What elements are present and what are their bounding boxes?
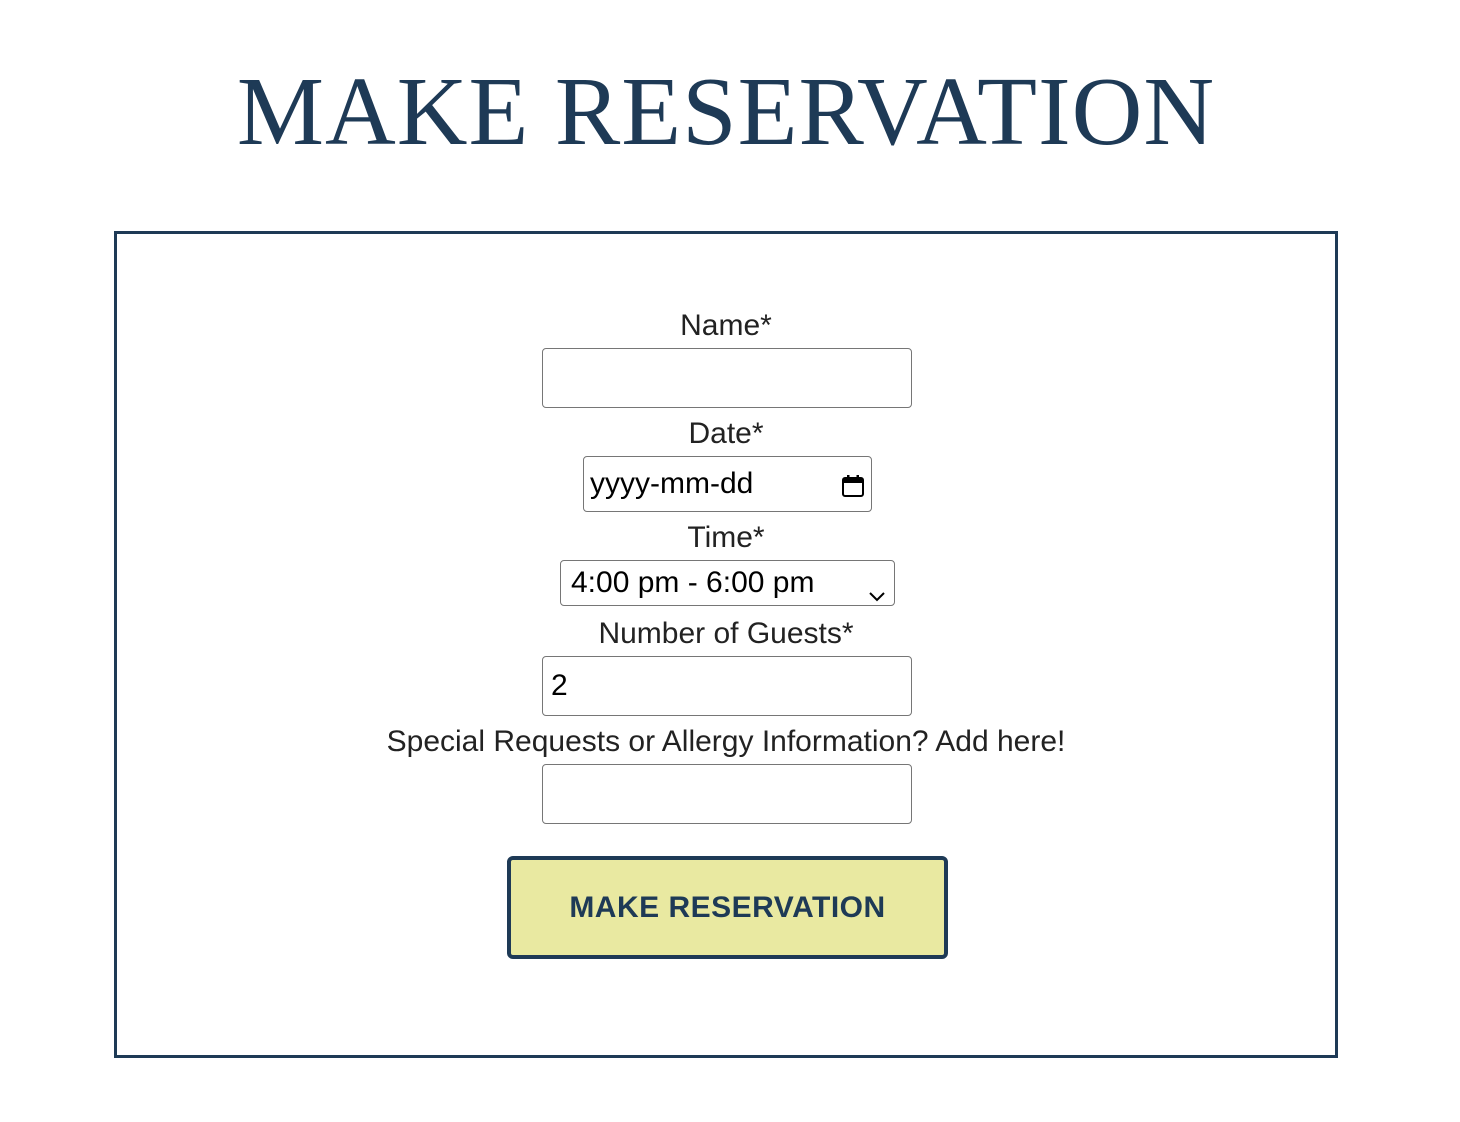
calendar-icon[interactable] [841,472,865,497]
time-select-value: 4:00 pm - 6:00 pm [571,566,815,599]
guests-label: Number of Guests* [598,617,854,650]
name-input[interactable] [542,348,912,408]
requests-input[interactable] [542,764,912,824]
guests-input-value: 2 [551,669,568,702]
date-input-placeholder: yyyy-mm-dd [590,467,754,500]
time-select[interactable]: 4:00 pm - 6:00 pm [560,560,895,606]
page-title: MAKE RESERVATION [236,58,1216,166]
time-label: Time* [687,521,765,554]
guests-input[interactable]: 2 [542,656,912,716]
reservation-form: Name* Date* yyyy-mm-dd Time* 4:00 pm - 6… [114,231,1338,1058]
name-label: Name* [680,309,772,342]
date-label: Date* [688,417,764,450]
chevron-down-icon [868,577,886,602]
requests-label: Special Requests or Allergy Information?… [386,725,1066,758]
make-reservation-button[interactable]: MAKE RESERVATION [507,856,948,959]
date-input[interactable]: yyyy-mm-dd [583,456,872,512]
